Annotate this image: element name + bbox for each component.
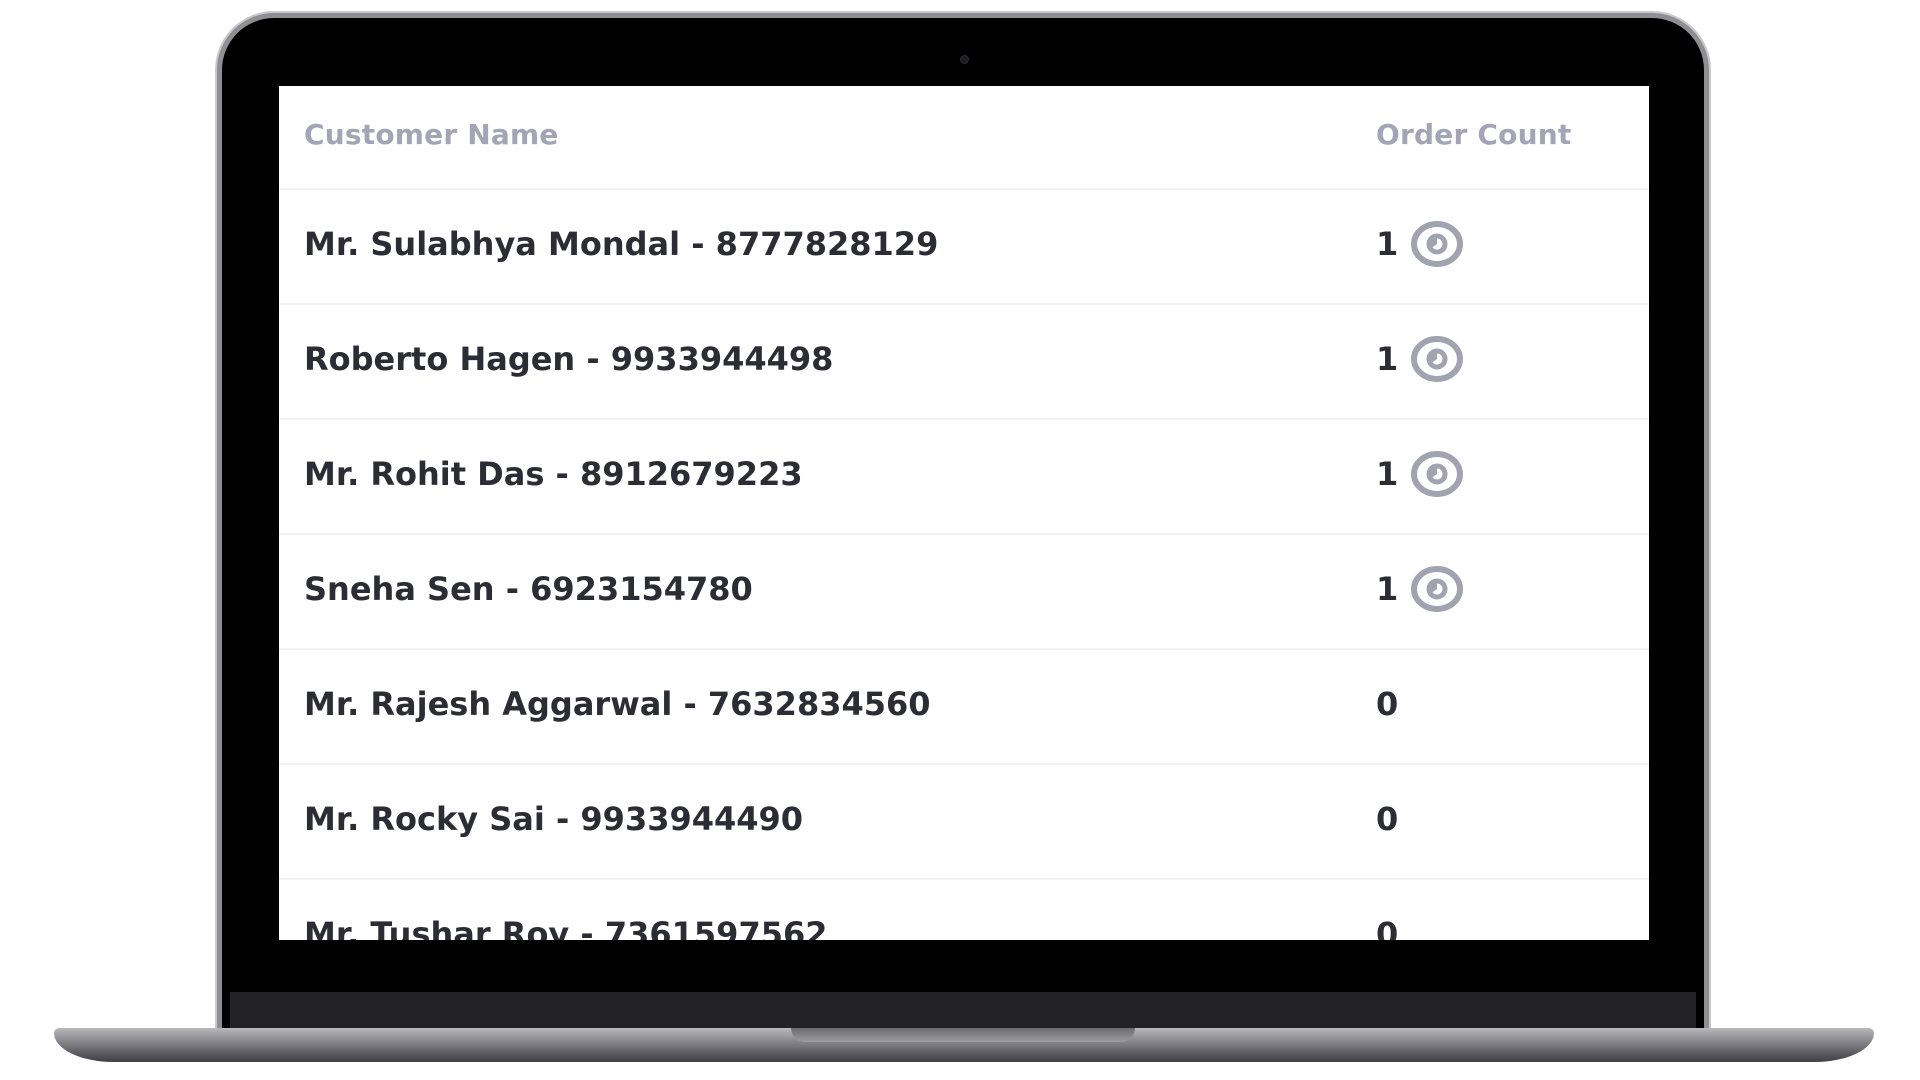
eye-icon[interactable] <box>1407 216 1467 272</box>
screen: Customer Name Order Count Mr. Sulabhya M… <box>279 86 1649 940</box>
customer-name-cell: Mr. Sulabhya Mondal - 8777828129 <box>304 225 939 263</box>
table-row: Mr. Sulabhya Mondal - 8777828129 1 <box>279 190 1649 305</box>
table-row: Mr. Rohit Das - 8912679223 1 <box>279 420 1649 535</box>
laptop-base <box>54 1028 1874 1062</box>
camera-dot <box>960 55 969 64</box>
table-row: Mr. Rocky Sai - 9933944490 0 <box>279 765 1649 880</box>
laptop-lid: Customer Name Order Count Mr. Sulabhya M… <box>222 18 1704 1034</box>
laptop-mockup: Customer Name Order Count Mr. Sulabhya M… <box>0 0 1920 1080</box>
table-row: Sneha Sen - 6923154780 1 <box>279 535 1649 650</box>
order-count-cell: 0 <box>1376 915 1399 940</box>
column-header-order-count: Order Count <box>1376 118 1572 151</box>
eye-icon[interactable] <box>1407 561 1467 617</box>
customer-name-cell: Mr. Rocky Sai - 9933944490 <box>304 800 804 838</box>
customer-name-cell: Mr. Rohit Das - 8912679223 <box>304 455 803 493</box>
table-row: Mr. Rajesh Aggarwal - 7632834560 0 <box>279 650 1649 765</box>
table-header: Customer Name Order Count <box>279 86 1649 190</box>
eye-icon[interactable] <box>1407 446 1467 502</box>
order-count-cell: 0 <box>1376 800 1399 838</box>
order-count-cell: 1 <box>1376 455 1399 493</box>
base-notch <box>791 1028 1135 1042</box>
customer-name-cell: Mr. Rajesh Aggarwal - 7632834560 <box>304 685 931 723</box>
order-count-cell: 0 <box>1376 685 1399 723</box>
eye-icon[interactable] <box>1407 331 1467 387</box>
order-count-cell: 1 <box>1376 225 1399 263</box>
table-body: Mr. Sulabhya Mondal - 8777828129 1 Rober… <box>279 190 1649 940</box>
order-count-cell: 1 <box>1376 340 1399 378</box>
table-row: Roberto Hagen - 9933944498 1 <box>279 305 1649 420</box>
table-row: Mr. Tushar Roy - 7361597562 0 <box>279 880 1649 940</box>
column-header-customer-name: Customer Name <box>304 118 559 151</box>
customer-name-cell: Mr. Tushar Roy - 7361597562 <box>304 915 828 940</box>
customer-name-cell: Roberto Hagen - 9933944498 <box>304 340 834 378</box>
order-count-cell: 1 <box>1376 570 1399 608</box>
customer-name-cell: Sneha Sen - 6923154780 <box>304 570 753 608</box>
